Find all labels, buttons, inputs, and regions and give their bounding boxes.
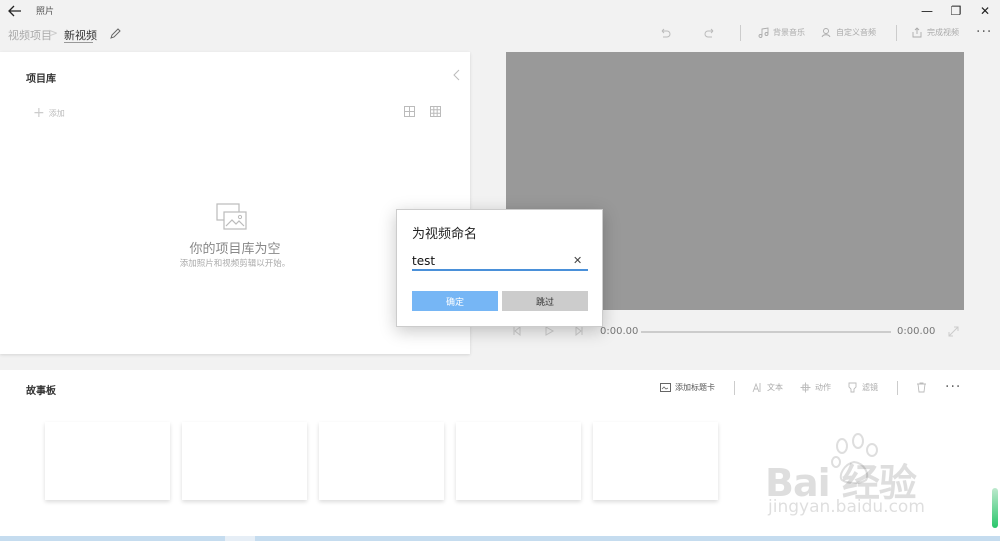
- storyboard-slot[interactable]: [319, 422, 444, 500]
- custom-audio-label: 自定义音频: [836, 28, 876, 37]
- chevron-left-icon[interactable]: [452, 69, 462, 81]
- clear-input-icon[interactable]: ✕: [573, 254, 582, 267]
- add-title-card-button[interactable]: 添加标题卡: [660, 382, 715, 393]
- finish-video-label: 完成视频: [927, 28, 959, 37]
- ok-button[interactable]: 确定: [412, 291, 498, 311]
- breadcrumb-underline: [64, 42, 93, 43]
- skip-button[interactable]: 跳过: [502, 291, 588, 311]
- redo-icon[interactable]: [704, 28, 716, 40]
- restore-button[interactable]: ❐: [941, 2, 971, 20]
- toolbar-separator: [740, 25, 741, 41]
- storyboard-separator: [897, 381, 898, 395]
- toolbar-separator: [896, 25, 897, 41]
- taskbar-highlight: [225, 536, 255, 541]
- scroll-indicator[interactable]: [992, 488, 998, 528]
- large-grid-view-icon[interactable]: [404, 106, 415, 117]
- storyboard-title: 故事板: [26, 386, 56, 397]
- seek-bar[interactable]: [641, 331, 891, 333]
- plus-icon: +: [33, 105, 45, 121]
- more-options-button[interactable]: ···: [976, 24, 992, 40]
- storyboard-more-button[interactable]: ···: [945, 379, 961, 395]
- storyboard-slot[interactable]: [45, 422, 170, 500]
- delete-button[interactable]: [916, 382, 927, 393]
- add-media-button[interactable]: + 添加: [33, 106, 65, 120]
- music-note-icon: [758, 27, 769, 38]
- total-time: 0:00.00: [897, 326, 936, 337]
- empty-library-title: 你的项目库为空: [189, 242, 281, 257]
- add-media-label: 添加: [48, 108, 65, 118]
- title-card-icon: [660, 382, 671, 393]
- trash-icon: [916, 382, 927, 393]
- next-frame-icon[interactable]: [574, 326, 584, 336]
- storyboard-slot[interactable]: [593, 422, 718, 500]
- filters-button[interactable]: 滤镜: [847, 382, 878, 393]
- finish-video-button[interactable]: 完成视频: [912, 27, 959, 38]
- title-bar: [0, 0, 1000, 22]
- custom-audio-button[interactable]: 自定义音频: [821, 27, 876, 38]
- text-icon: [752, 382, 763, 393]
- background-music-button[interactable]: 背景音乐: [758, 27, 805, 38]
- taskbar-strip: [0, 536, 1000, 541]
- share-icon: [912, 27, 923, 38]
- breadcrumb-current: 新视频: [64, 29, 97, 42]
- text-button[interactable]: 文本: [752, 382, 783, 393]
- breadcrumb-video-projects[interactable]: 视频项目: [8, 27, 52, 43]
- video-name-input[interactable]: [412, 252, 588, 271]
- small-grid-view-icon[interactable]: [430, 106, 441, 117]
- breadcrumb-separator: >: [48, 26, 59, 40]
- filter-icon: [847, 382, 858, 393]
- previous-frame-icon[interactable]: [512, 326, 522, 336]
- motion-icon: [800, 382, 811, 393]
- undo-icon[interactable]: [659, 28, 671, 40]
- motion-label: 动作: [815, 383, 831, 392]
- app-title: 照片: [36, 7, 55, 17]
- back-arrow-icon[interactable]: [6, 3, 24, 19]
- background-music-label: 背景音乐: [773, 28, 805, 37]
- watermark-url: jingyan.baidu.com: [768, 497, 925, 517]
- storyboard-slot[interactable]: [456, 422, 581, 500]
- project-library-title: 项目库: [26, 74, 56, 85]
- close-button[interactable]: ✕: [970, 2, 1000, 20]
- dialog-title: 为视频命名: [412, 227, 478, 242]
- motion-button[interactable]: 动作: [800, 382, 831, 393]
- fullscreen-icon[interactable]: [948, 326, 959, 337]
- pencil-icon[interactable]: [109, 27, 122, 40]
- text-label: 文本: [767, 383, 783, 392]
- storyboard-slot[interactable]: [182, 422, 307, 500]
- filters-label: 滤镜: [862, 383, 878, 392]
- play-icon[interactable]: [544, 326, 554, 336]
- add-title-card-label: 添加标题卡: [675, 383, 715, 392]
- empty-library-subtitle: 添加照片和视频剪辑以开始。: [179, 259, 291, 269]
- person-audio-icon: [821, 27, 832, 38]
- storyboard-separator: [734, 381, 735, 395]
- photos-placeholder-icon: [216, 203, 248, 231]
- minimize-button[interactable]: —: [912, 2, 942, 20]
- current-time: 0:00.00: [600, 326, 639, 337]
